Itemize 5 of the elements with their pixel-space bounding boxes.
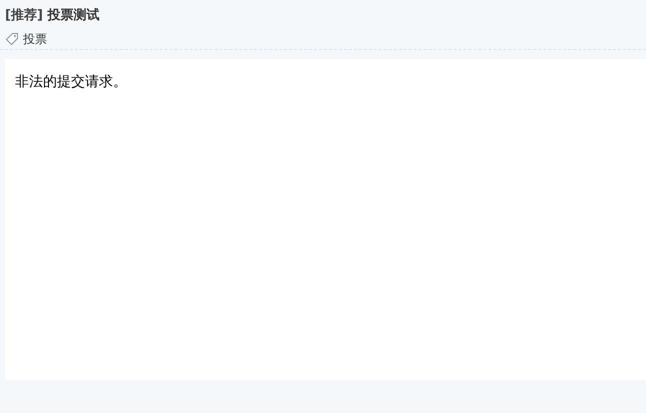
tag-link[interactable]: 投票 bbox=[23, 30, 47, 48]
thread-title: 投票测试 bbox=[47, 8, 100, 23]
tag-icon bbox=[5, 32, 19, 46]
thread-category: [推荐] bbox=[5, 8, 43, 23]
error-message: 非法的提交请求。 bbox=[15, 73, 127, 92]
